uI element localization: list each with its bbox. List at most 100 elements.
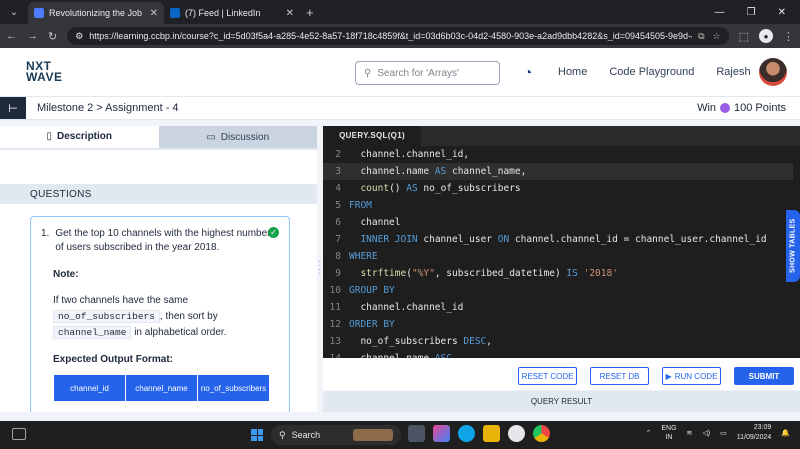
- forward-icon[interactable]: →: [27, 30, 38, 42]
- extensions-icon[interactable]: ⬚: [739, 30, 749, 43]
- code-editor[interactable]: QUERY.SQL(Q1) 2 channel.channel_id, 3 cha…: [323, 126, 800, 358]
- battery-icon[interactable]: ▭: [720, 429, 727, 437]
- site-info-icon[interactable]: ⚙: [75, 31, 83, 42]
- volume-icon[interactable]: ◁): [702, 429, 710, 437]
- code-line[interactable]: 9 strftime("%Y", subscribed_datetime) IS…: [323, 265, 793, 282]
- code-text: FROM: [349, 200, 372, 211]
- chevron-up-icon[interactable]: ⌃: [646, 429, 652, 437]
- show-tables-button[interactable]: SHOW TABLES: [786, 210, 800, 282]
- tab-search-chevron-icon[interactable]: ⌄: [4, 2, 24, 22]
- wifi-icon[interactable]: ≋: [687, 429, 693, 437]
- pane-tabs: ▯ Description ▭ Discussion: [0, 126, 317, 148]
- cast-icon[interactable]: ⧉: [698, 31, 704, 42]
- code-line[interactable]: 6 channel: [323, 214, 793, 231]
- url-omnibox[interactable]: ⚙ https://learning.ccbp.in/course?c_id=5…: [67, 27, 729, 45]
- user-name[interactable]: Rajesh: [716, 66, 750, 78]
- clock[interactable]: 23:09 11/09/2024: [737, 423, 772, 443]
- points-value: 100 Points: [734, 102, 786, 114]
- new-tab-icon[interactable]: +: [306, 5, 314, 20]
- code-token: IS: [566, 268, 578, 279]
- code-line[interactable]: 7 INNER JOIN channel_user ON channel.cha…: [323, 231, 793, 248]
- copilot-icon[interactable]: [433, 425, 450, 442]
- nav-code-playground[interactable]: Code Playground: [609, 66, 694, 78]
- code-text: GROUP BY: [349, 285, 395, 296]
- sidebar-toggle-icon[interactable]: ⊢: [0, 97, 26, 119]
- code-token: channel_name,: [446, 166, 527, 177]
- logo-line-2: WAVE: [26, 70, 63, 84]
- task-view-icon[interactable]: [408, 425, 425, 442]
- code-line[interactable]: 12 ORDER BY: [323, 316, 793, 333]
- search-box[interactable]: ⚲ Search for 'Arrays': [355, 61, 500, 85]
- app-icon[interactable]: [508, 425, 525, 442]
- code-token: no_of_subscribers: [417, 183, 521, 194]
- close-window-icon[interactable]: ✕: [778, 7, 786, 18]
- language-indicator[interactable]: ENG IN: [661, 424, 676, 442]
- taskbar-search[interactable]: ⚲ Search: [271, 425, 401, 445]
- code-line[interactable]: 10 GROUP BY: [323, 282, 793, 299]
- code-token: DESC: [463, 336, 487, 347]
- file-explorer-icon[interactable]: [483, 425, 500, 442]
- notifications-icon[interactable]: 🔔: [781, 429, 790, 437]
- user-avatar[interactable]: [758, 58, 787, 86]
- line-number: 2: [335, 149, 341, 160]
- code-line[interactable]: 2 channel.channel_id,: [323, 146, 793, 163]
- code-token: channel.channel_id = channel_user.channe…: [509, 234, 767, 245]
- reset-db-button[interactable]: RESET DB: [590, 367, 649, 385]
- restore-icon[interactable]: ❐: [747, 7, 756, 18]
- browser-tab-ccbp[interactable]: Revolutionizing the Job Market ✕: [28, 2, 164, 24]
- back-icon[interactable]: ←: [6, 30, 17, 42]
- questions-heading: QUESTIONS: [0, 184, 317, 204]
- pane-resize-handle[interactable]: · · · ·: [318, 257, 321, 279]
- code-line[interactable]: 8 WHERE: [323, 248, 793, 265]
- edge-icon[interactable]: [458, 425, 475, 442]
- run-code-button[interactable]: ▶ RUN CODE: [662, 367, 721, 385]
- code-line[interactable]: 4 count() AS no_of_subscribers: [323, 180, 793, 197]
- line-number: 11: [329, 302, 341, 313]
- code-token: ORDER BY: [349, 319, 395, 330]
- tab-description[interactable]: ▯ Description: [0, 126, 159, 148]
- windows-start-icon[interactable]: [251, 429, 263, 441]
- submit-button[interactable]: SUBMIT: [734, 367, 794, 385]
- nxtwave-logo[interactable]: NXT WAVE: [26, 60, 63, 84]
- bookmark-star-icon[interactable]: ☆: [713, 31, 721, 42]
- code-line[interactable]: 3 channel.name AS channel_name,: [323, 163, 793, 180]
- reload-icon[interactable]: ↻: [48, 30, 57, 43]
- code-token: INNER JOIN: [360, 234, 418, 245]
- query-result-tab[interactable]: QUERY RESULT: [323, 391, 800, 412]
- code-line[interactable]: 14 channel_name ASC: [323, 350, 793, 358]
- taskbar: ⚲ Search ⌃ ENG IN ≋ ◁) ▭ 23:09 11/09/202…: [0, 421, 800, 449]
- points-badge: Win 100 Points: [697, 102, 786, 114]
- minimize-icon[interactable]: —: [715, 7, 725, 18]
- profile-icon[interactable]: ●: [759, 29, 773, 43]
- menu-kebab-icon[interactable]: ⋮: [783, 30, 794, 43]
- document-icon: ▯: [46, 130, 52, 142]
- chrome-icon[interactable]: [533, 425, 550, 442]
- editor-file-tab[interactable]: QUERY.SQL(Q1): [323, 126, 421, 146]
- reset-code-button[interactable]: RESET CODE: [518, 367, 577, 385]
- line-number: 10: [329, 285, 341, 296]
- line-number: 13: [329, 336, 341, 347]
- address-bar-row: ← → ↻ ⚙ https://learning.ccbp.in/course?…: [0, 24, 800, 48]
- code-token: ON: [497, 234, 510, 245]
- code-text: channel.name AS channel_name,: [349, 166, 526, 177]
- browser-tab-linkedin[interactable]: (7) Feed | LinkedIn ✕: [164, 2, 300, 24]
- timer-icon[interactable]: ◔: [520, 64, 536, 80]
- tab-discussion[interactable]: ▭ Discussion: [158, 126, 317, 148]
- close-tab-icon[interactable]: ✕: [286, 8, 294, 19]
- code-text: count() AS no_of_subscribers: [349, 183, 521, 194]
- question-card[interactable]: ✓ 1. Get the top 10 channels with the hi…: [30, 216, 290, 412]
- run-code-label: RUN CODE: [674, 371, 718, 381]
- code-lines[interactable]: 2 channel.channel_id, 3 channel.name AS c…: [323, 146, 793, 358]
- nav-home[interactable]: Home: [558, 66, 587, 78]
- search-icon: ⚲: [279, 429, 286, 440]
- code-chip: channel_name: [53, 326, 132, 339]
- code-line[interactable]: 11 channel.channel_id: [323, 299, 793, 316]
- close-tab-icon[interactable]: ✕: [150, 8, 158, 19]
- code-line[interactable]: 5 FROM: [323, 197, 793, 214]
- check-circle-icon: ✓: [268, 227, 279, 238]
- widgets-icon[interactable]: [12, 428, 26, 440]
- code-line[interactable]: 13 no_of_subscribers DESC,: [323, 333, 793, 350]
- code-text: ORDER BY: [349, 319, 395, 330]
